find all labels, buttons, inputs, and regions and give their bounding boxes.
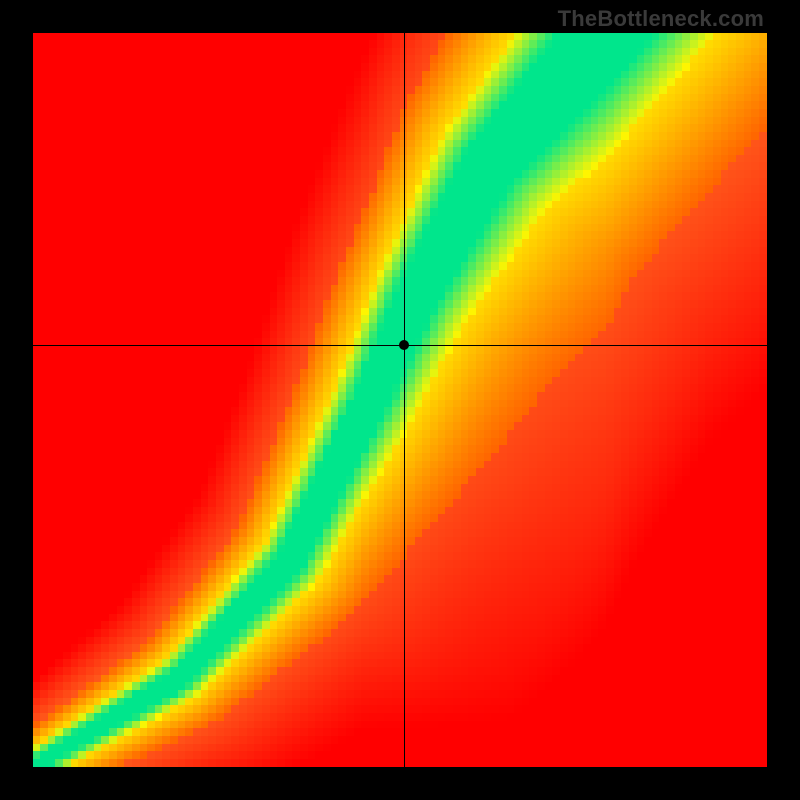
crosshair-vertical — [404, 33, 405, 767]
watermark-text: TheBottleneck.com — [558, 6, 764, 32]
chart-frame: TheBottleneck.com — [0, 0, 800, 800]
intersection-marker — [399, 340, 409, 350]
heatmap-canvas — [33, 33, 767, 767]
heatmap-plot — [33, 33, 767, 767]
